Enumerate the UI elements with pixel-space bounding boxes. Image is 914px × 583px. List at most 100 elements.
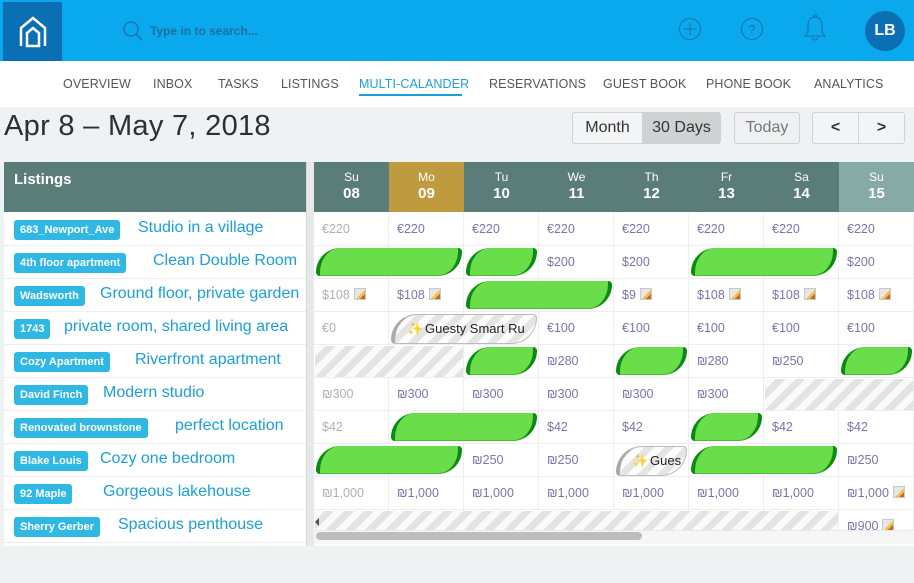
home-logo[interactable] <box>3 2 62 61</box>
tab-reservations[interactable]: RESERVATIONS <box>489 77 586 91</box>
tab-guest-book[interactable]: GUEST BOOK <box>603 77 686 91</box>
day-header[interactable]: Su 15 <box>839 162 914 212</box>
add-icon[interactable] <box>678 17 702 41</box>
calendar-cell[interactable]: ₪250 <box>464 444 539 477</box>
reservation-bar[interactable] <box>316 248 462 276</box>
listing-tag[interactable]: Blake Louis <box>14 451 88 471</box>
reservation-bar[interactable] <box>841 347 912 375</box>
calendar-cell[interactable]: $200 <box>539 246 614 279</box>
calendar-cell[interactable]: ₪300 <box>314 378 389 411</box>
calendar-cell[interactable]: $42 <box>539 411 614 444</box>
calendar-cell[interactable]: $42 <box>614 411 689 444</box>
tab-multi-calendar[interactable]: MULTI-CALANDER <box>359 77 469 91</box>
today-button[interactable]: Today <box>734 112 800 144</box>
calendar-cell[interactable]: €220 <box>314 213 389 246</box>
day-header[interactable]: Sa 14 <box>764 162 839 212</box>
listing-name[interactable]: Studio in a village <box>138 219 263 237</box>
calendar-cell[interactable]: $42 <box>839 411 914 444</box>
listing-name[interactable]: Clean Double Room <box>153 252 297 270</box>
listing-row[interactable]: Cozy Apartment Riverfront apartment <box>4 345 306 378</box>
calendar-cell[interactable]: ₪280 <box>539 345 614 378</box>
calendar-cell[interactable]: $9 <box>614 279 689 312</box>
listing-name[interactable]: Cozy one bedroom <box>100 450 235 468</box>
reservation-bar[interactable] <box>466 248 537 276</box>
calendar-cell[interactable]: ₪300 <box>614 378 689 411</box>
listing-name[interactable]: Modern studio <box>103 384 204 402</box>
column-splitter[interactable] <box>306 162 314 546</box>
reservation-bar[interactable] <box>691 248 837 276</box>
listing-name[interactable]: private room, shared living area <box>64 318 288 336</box>
day-header[interactable]: Mo 09 <box>389 162 464 212</box>
listing-row[interactable]: 92 Maple Gorgeous lakehouse <box>4 477 306 510</box>
calendar-cell[interactable]: ₪300 <box>689 378 764 411</box>
listing-tag[interactable]: Cozy Apartment <box>14 352 110 372</box>
listing-row[interactable]: 4th floor apartment Clean Double Room <box>4 246 306 279</box>
calendar-cell[interactable]: ₪300 <box>464 378 539 411</box>
calendar-cell[interactable]: ₪1,000 <box>764 477 839 510</box>
search-input[interactable] <box>150 20 450 42</box>
smart-rule-bar[interactable]: ✨ Guesty Smart Ru <box>391 314 537 344</box>
calendar-cell[interactable]: $200 <box>839 246 914 279</box>
reservation-bar[interactable] <box>316 446 462 474</box>
listing-tag[interactable]: 1743 <box>14 319 51 339</box>
calendar-cell[interactable]: ₪300 <box>389 378 464 411</box>
calendar-cell[interactable]: €100 <box>839 312 914 345</box>
calendar-cell[interactable]: ₪1,000 <box>614 477 689 510</box>
calendar-cell[interactable]: €220 <box>539 213 614 246</box>
calendar-cell[interactable]: ₪1,000 <box>389 477 464 510</box>
listing-tag[interactable]: 683_Newport_Ave <box>14 220 121 240</box>
calendar-cell[interactable]: ₪1,000 <box>314 477 389 510</box>
listing-tag[interactable]: Wadsworth <box>14 286 85 306</box>
listing-row[interactable]: Blake Louis Cozy one bedroom <box>4 444 306 477</box>
month-view-button[interactable]: Month <box>572 112 643 144</box>
listing-row[interactable]: 683_Newport_Ave Studio in a village <box>4 213 306 246</box>
reservation-bar[interactable] <box>391 413 537 441</box>
calendar-cell[interactable]: $108 <box>764 279 839 312</box>
listing-tag[interactable]: David Finch <box>14 385 89 405</box>
search-icon[interactable] <box>122 20 144 42</box>
bell-icon[interactable] <box>803 14 827 42</box>
day-header[interactable]: Tu 10 <box>464 162 539 212</box>
calendar-cell[interactable]: €0 <box>314 312 389 345</box>
help-icon[interactable]: ? <box>740 17 764 41</box>
calendar-cell[interactable]: $108 <box>689 279 764 312</box>
listing-name[interactable]: Spacious penthouse <box>118 516 263 534</box>
day-header[interactable]: Th 12 <box>614 162 689 212</box>
calendar-cell[interactable]: €220 <box>389 213 464 246</box>
reservation-bar[interactable] <box>691 446 837 474</box>
day-header[interactable]: Su 08 <box>314 162 389 212</box>
listing-row[interactable]: Renovated brownstone perfect location <box>4 411 306 444</box>
scroll-left-arrow[interactable] <box>315 518 319 526</box>
calendar-cell[interactable]: ₪250 <box>539 444 614 477</box>
calendar-cell[interactable]: ₪280 <box>689 345 764 378</box>
calendar-cell[interactable]: $108 <box>839 279 914 312</box>
calendar-cell[interactable]: ₪1,000 <box>464 477 539 510</box>
listing-tag[interactable]: 92 Maple <box>14 484 73 504</box>
listing-row[interactable]: Wadsworth Ground floor, private garden <box>4 279 306 312</box>
blocked-dates[interactable] <box>765 379 913 410</box>
scrollbar-thumb[interactable] <box>316 532 642 540</box>
calendar-cell[interactable]: ₪1,000 <box>539 477 614 510</box>
listing-name[interactable]: Riverfront apartment <box>135 351 281 369</box>
tab-overview[interactable]: OVERVIEW <box>63 77 131 91</box>
calendar-cell[interactable]: ₪250 <box>764 345 839 378</box>
calendar-cell[interactable]: €100 <box>539 312 614 345</box>
calendar-cell[interactable]: ₪300 <box>539 378 614 411</box>
listing-row[interactable]: Sherry Gerber Spacious penthouse <box>4 510 306 543</box>
calendar-cell[interactable]: $108 <box>314 279 389 312</box>
calendar-cell[interactable]: ₪1,000 <box>839 477 914 510</box>
listing-name[interactable]: Gorgeous lakehouse <box>103 483 251 501</box>
day-header[interactable]: We 11 <box>539 162 614 212</box>
calendar-cell[interactable]: €220 <box>764 213 839 246</box>
tab-listings[interactable]: LISTINGS <box>281 77 339 91</box>
calendar-cell[interactable]: €100 <box>689 312 764 345</box>
next-button[interactable]: > <box>858 112 905 144</box>
reservation-bar[interactable] <box>466 281 612 309</box>
prev-button[interactable]: < <box>812 112 859 144</box>
calendar-cell[interactable]: $42 <box>314 411 389 444</box>
user-avatar[interactable]: LB <box>865 11 905 51</box>
listing-tag[interactable]: Sherry Gerber <box>14 517 100 537</box>
reservation-bar[interactable] <box>691 413 762 441</box>
tab-phone-book[interactable]: PHONE BOOK <box>706 77 791 91</box>
calendar-cell[interactable]: €220 <box>464 213 539 246</box>
